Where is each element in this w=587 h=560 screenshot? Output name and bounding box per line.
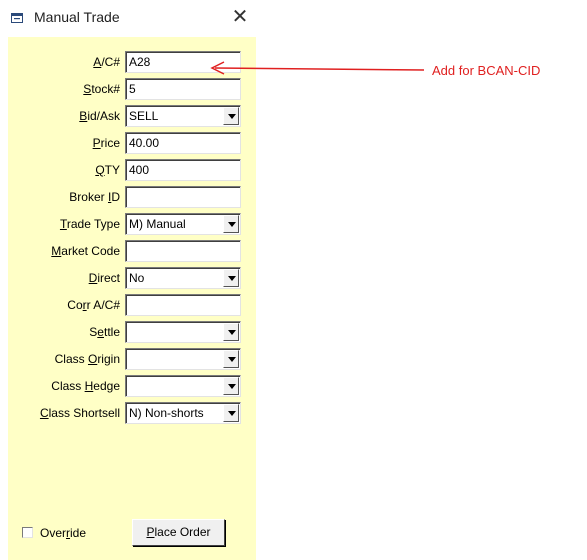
annotation-arrow-icon	[210, 61, 425, 75]
annotation-text: Add for BCAN-CID	[432, 63, 541, 78]
